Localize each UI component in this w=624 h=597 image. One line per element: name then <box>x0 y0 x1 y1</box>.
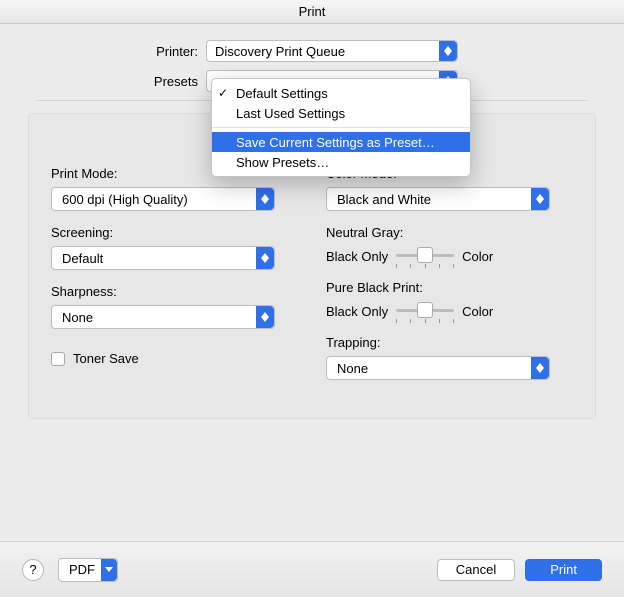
printer-select[interactable]: Discovery Print Queue <box>206 40 458 62</box>
updown-icon <box>531 357 549 379</box>
screening-label: Screening: <box>51 225 298 240</box>
preset-item-last-used[interactable]: Last Used Settings <box>212 103 470 123</box>
color-mode-select[interactable]: Black and White <box>326 187 550 211</box>
neutral-gray-label: Neutral Gray: <box>326 225 573 240</box>
print-mode-select[interactable]: 600 dpi (High Quality) <box>51 187 275 211</box>
menu-item-label: Show Presets… <box>236 155 329 170</box>
help-button[interactable]: ? <box>22 559 44 581</box>
preset-item-default[interactable]: ✓ Default Settings <box>212 83 470 103</box>
printer-value: Discovery Print Queue <box>215 44 345 59</box>
color-mode-value: Black and White <box>337 192 431 207</box>
updown-icon <box>439 41 457 61</box>
trapping-value: None <box>337 361 368 376</box>
neutral-gray-right: Color <box>462 249 493 264</box>
trapping-label: Trapping: <box>326 335 573 350</box>
presets-label: Presets <box>36 74 206 89</box>
print-button[interactable]: Print <box>525 559 602 581</box>
window-title: Print <box>0 0 624 24</box>
neutral-gray-slider[interactable] <box>396 246 454 266</box>
menu-separator <box>212 127 470 128</box>
screening-value: Default <box>62 251 103 266</box>
menu-item-label: Default Settings <box>236 86 328 101</box>
screening-select[interactable]: Default <box>51 246 275 270</box>
print-mode-value: 600 dpi (High Quality) <box>62 192 188 207</box>
menu-item-label: Last Used Settings <box>236 106 345 121</box>
sharpness-select[interactable]: None <box>51 305 275 329</box>
sharpness-label: Sharpness: <box>51 284 298 299</box>
sharpness-value: None <box>62 310 93 325</box>
checkmark-icon: ✓ <box>218 86 228 100</box>
cancel-button[interactable]: Cancel <box>437 559 515 581</box>
toner-save-checkbox[interactable] <box>51 352 65 366</box>
updown-icon <box>256 188 274 210</box>
pure-black-label: Pure Black Print: <box>326 280 573 295</box>
preset-item-save-as[interactable]: Save Current Settings as Preset… <box>212 132 470 152</box>
printer-label: Printer: <box>36 44 206 59</box>
updown-icon <box>256 306 274 328</box>
menu-item-label: Save Current Settings as Preset… <box>236 135 435 150</box>
pure-black-right: Color <box>462 304 493 319</box>
presets-dropdown: ✓ Default Settings Last Used Settings Sa… <box>211 78 471 177</box>
toner-save-label: Toner Save <box>73 351 139 366</box>
updown-icon <box>256 247 274 269</box>
pdf-menu[interactable]: PDF <box>58 558 118 582</box>
updown-icon <box>531 188 549 210</box>
pure-black-left: Black Only <box>326 304 388 319</box>
preset-item-show[interactable]: Show Presets… <box>212 152 470 172</box>
pure-black-slider[interactable] <box>396 301 454 321</box>
chevron-down-icon <box>101 559 117 581</box>
neutral-gray-left: Black Only <box>326 249 388 264</box>
pdf-label: PDF <box>69 562 95 577</box>
trapping-select[interactable]: None <box>326 356 550 380</box>
